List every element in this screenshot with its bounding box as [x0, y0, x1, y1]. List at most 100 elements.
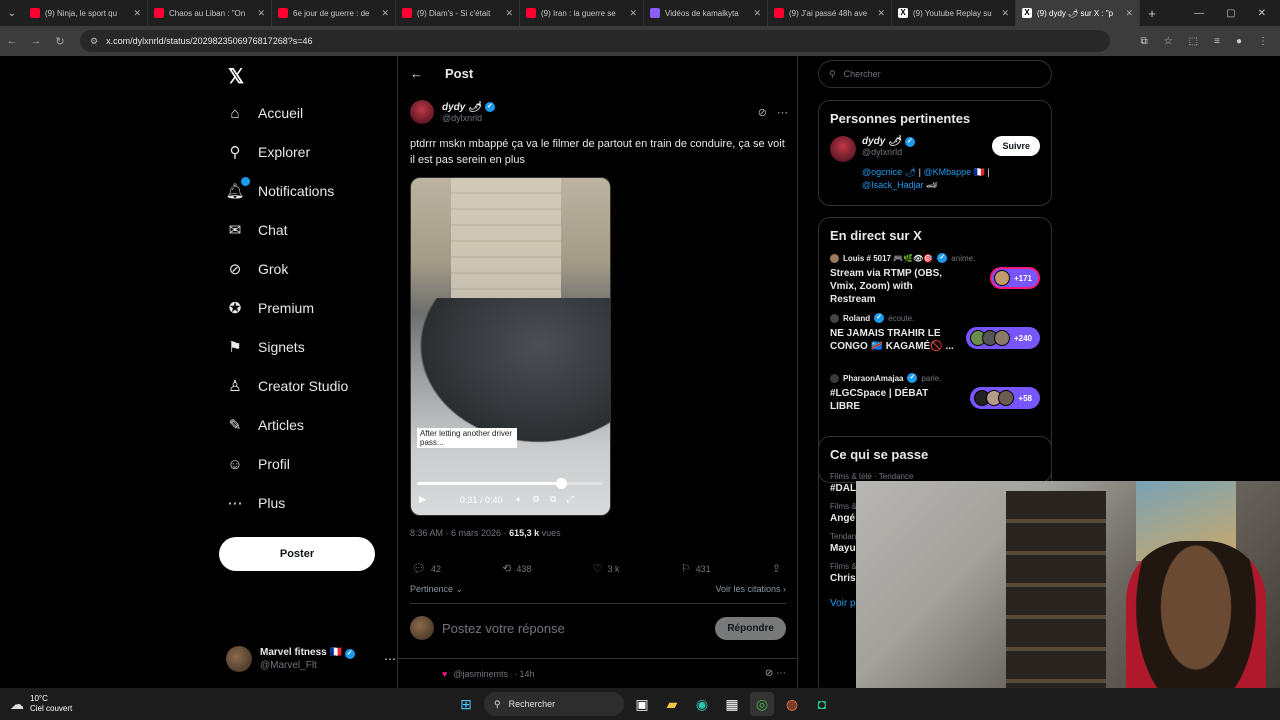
close-icon[interactable]: ✕ — [877, 8, 885, 19]
nav-item-home[interactable]: ⌂ Accueil — [226, 104, 303, 122]
forward-icon[interactable]: → — [24, 35, 48, 47]
back-arrow-icon[interactable]: ← — [410, 66, 423, 81]
browser-tab[interactable]: (9) Ninja, le sport qu ✕ — [24, 0, 148, 26]
nav-item-articles[interactable]: ✎ Articles — [226, 416, 304, 434]
close-icon[interactable]: ✕ — [753, 8, 761, 19]
more-icon[interactable]: ⊘ ⋯ — [765, 668, 798, 679]
share-icon: ⇪ — [771, 563, 781, 575]
repost-action[interactable]: ⟲ 438 — [502, 562, 531, 575]
live-space-item[interactable]: Roland ✓ écoute. NE JAMAIS TRAHIR LE CONGO… — [830, 313, 1040, 373]
like-action[interactable]: ♡ 3 k — [593, 562, 620, 575]
reply-button[interactable]: Répondre — [715, 616, 786, 640]
author-name[interactable]: dydy 🌶 ✓ — [442, 102, 495, 113]
windows-start-icon[interactable]: ⊞ — [454, 692, 478, 716]
video-scrubber-handle[interactable] — [556, 478, 568, 489]
live-space-item[interactable]: PharaonAmajaa ✓ parle. #LGCSpace | DÉBAT L… — [830, 373, 1040, 433]
taskbar-search[interactable]: ⚲ Rechercher — [484, 692, 624, 716]
bookmark-action[interactable]: ⚐ 431 — [681, 562, 711, 575]
nav-item-bookmarks[interactable]: ⚑ Signets — [226, 338, 304, 356]
close-icon[interactable]: ✕ — [133, 8, 141, 19]
account-switcher[interactable]: Marvel fitness 🇫🇷 ✓ @Marvel_Flt ⋯ — [226, 644, 396, 674]
close-window-icon[interactable]: ✕ — [1258, 8, 1266, 19]
verified-icon: ✓ — [874, 313, 885, 323]
browser-tab[interactable]: Chaos au Liban : "On ✕ — [148, 0, 272, 26]
view-quotes-link[interactable]: Voir les citations › — [715, 584, 786, 595]
reply-action[interactable]: 💬︎ 42 — [412, 562, 441, 575]
new-tab-icon[interactable]: + — [1140, 6, 1164, 21]
maximize-icon[interactable]: ▢ — [1226, 8, 1235, 19]
tab-search-icon[interactable]: ⌄ — [0, 8, 24, 19]
nav-item-grok[interactable]: ⊘ Grok — [226, 260, 289, 278]
reply-preview[interactable]: ♥ @jasminemts · 14h ⊘ ⋯ — [398, 658, 798, 688]
share-action[interactable]: ⇪ — [772, 562, 786, 575]
nav-item-premium[interactable]: ✪ Premium — [226, 299, 314, 317]
nav-item-creator-studio[interactable]: ♙ Creator Studio — [226, 377, 348, 395]
browser-tab[interactable]: (9) Diam's - Si c'était ✕ — [396, 0, 520, 26]
close-icon[interactable]: ✕ — [1001, 8, 1009, 19]
browser-tab[interactable]: 6e jour de guerre : de ✕ — [272, 0, 396, 26]
close-icon[interactable]: ✕ — [629, 8, 637, 19]
chrome-icon[interactable]: ◎ — [750, 692, 774, 716]
grok-icon[interactable]: ⊘ — [758, 106, 767, 119]
live-space-item[interactable]: Louis # 5017 🎮🌿👁🎯 ✓ anime. Stream via RTMP… — [830, 253, 1040, 313]
nav-item-chat[interactable]: ✉ Chat — [226, 221, 288, 239]
close-icon[interactable]: ✕ — [1125, 8, 1133, 19]
card-title: Personnes pertinentes — [830, 111, 971, 126]
more-icon[interactable]: ⋯ — [777, 106, 788, 119]
post-meta: 8:36 AM · 6 mars 2026 · 615,3 k vues — [410, 528, 561, 538]
video-player[interactable]: After letting another driver pass... ▶ 0… — [410, 177, 611, 516]
card-title: En direct sur X — [830, 228, 922, 243]
bookmark-icon: ⚐ — [680, 563, 691, 575]
address-bar[interactable]: ⚙ x.com/dylxnrld/status/2029823506976817… — [80, 30, 1110, 52]
profile-icon[interactable]: ● — [1236, 36, 1242, 47]
video-caption: After letting another driver pass... — [417, 428, 517, 448]
browser-tab-active[interactable]: X (9) dydy 🌶 sur X : "p ✕ — [1016, 0, 1140, 26]
menu-icon[interactable]: ⋮ — [1258, 36, 1268, 47]
x-logo-icon[interactable]: 𝕏 — [228, 64, 244, 89]
edge-icon[interactable]: ◉ — [690, 692, 714, 716]
left-navigation: 𝕏 ⌂ Accueil ⚲ Explorer 🔔︎ Notifications ✉ Ch… — [218, 56, 396, 688]
install-icon[interactable]: ⧉ — [1141, 36, 1148, 47]
nav-item-explore[interactable]: ⚲ Explorer — [226, 143, 311, 161]
close-icon[interactable]: ✕ — [257, 8, 265, 19]
minimize-icon[interactable]: — — [1194, 8, 1204, 19]
settings-icon[interactable]: ⚙ — [532, 494, 540, 505]
fullscreen-icon[interactable]: ⤢ — [566, 494, 573, 505]
relevant-person[interactable]: dydy 🌶 ✓ @dylxnrld Suivre — [830, 136, 1040, 162]
weather-widget[interactable]: ☁ 10°C Ciel couvert — [0, 694, 120, 714]
play-icon[interactable]: ▶ — [419, 494, 426, 505]
author-avatar[interactable] — [410, 100, 434, 124]
picture-in-picture-icon[interactable]: ⧉ — [550, 494, 556, 505]
browser-tab[interactable]: (9) J'ai passé 48h ave ✕ — [768, 0, 892, 26]
firefox-icon[interactable]: ◍ — [780, 692, 804, 716]
windows-taskbar: ☁ 10°C Ciel couvert ⊞ ⚲ Rechercher ▣ ▰ ◉ ▦… — [0, 688, 1280, 720]
file-explorer-icon[interactable]: ▰ — [660, 692, 684, 716]
close-icon[interactable]: ✕ — [505, 8, 513, 19]
reload-icon[interactable]: ↻ — [48, 35, 72, 48]
site-info-icon[interactable]: ⚙ — [90, 36, 98, 47]
browser-tab[interactable]: X (9) Youtube Replay su ✕ — [892, 0, 1016, 26]
more-icon[interactable]: ⋯ — [384, 652, 396, 666]
video-progress-bar[interactable] — [417, 482, 603, 485]
back-icon[interactable]: ← — [0, 35, 24, 47]
nav-item-more[interactable]: ⋯ Plus — [226, 494, 286, 512]
post-button[interactable]: Poster — [219, 537, 375, 571]
reply-input[interactable]: Postez votre réponse — [442, 621, 565, 636]
store-icon[interactable]: ▦ — [720, 692, 744, 716]
youtube-icon — [278, 8, 288, 18]
extensions-icon[interactable]: ⬚ — [1189, 36, 1198, 47]
follow-button[interactable]: Suivre — [992, 136, 1040, 156]
nav-item-profile[interactable]: ☺ Profil — [226, 455, 290, 473]
twitch-icon — [650, 8, 660, 18]
browser-tab[interactable]: Vidéos de kamalkyta ✕ — [644, 0, 768, 26]
media-icon[interactable]: ≡ — [1214, 36, 1220, 47]
close-icon[interactable]: ✕ — [381, 8, 389, 19]
browser-tab[interactable]: (9) Iran : la guerre se ✕ — [520, 0, 644, 26]
volume-icon[interactable]: 🔈︎ — [516, 494, 521, 505]
nav-item-notifications[interactable]: 🔔︎ Notifications — [225, 177, 334, 200]
sort-dropdown[interactable]: Pertinence ⌄ — [410, 584, 463, 595]
search-input[interactable]: ⚲ Chercher — [818, 60, 1052, 88]
star-icon[interactable]: ☆ — [1164, 36, 1173, 47]
app-icon[interactable]: ◘ — [810, 692, 834, 716]
task-view-icon[interactable]: ▣ — [630, 692, 654, 716]
